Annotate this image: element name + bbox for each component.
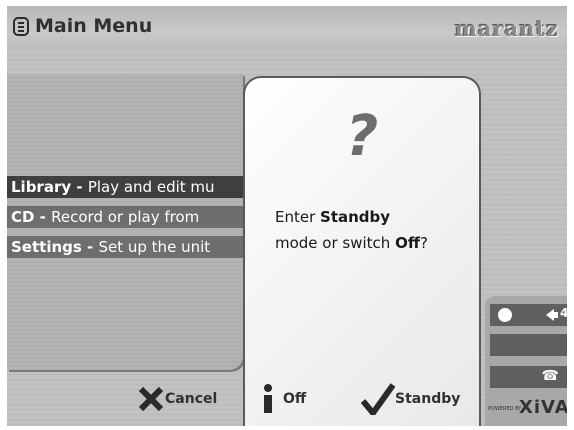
speaker-icon	[546, 309, 558, 321]
menu-icon[interactable]	[13, 17, 29, 36]
menu-item-label: CD -	[11, 208, 52, 226]
info-icon	[264, 384, 272, 413]
menu-item-label: Library -	[11, 178, 88, 196]
page-title: Main Menu	[35, 15, 153, 37]
menu-item-label: Settings -	[11, 238, 99, 256]
brand-logo: marantz	[454, 16, 559, 41]
standby-button[interactable]: Standby	[361, 382, 460, 416]
off-label: Off	[283, 391, 307, 407]
dialog-text-part: ?	[419, 234, 428, 252]
cancel-label: Cancel	[165, 391, 218, 407]
dialog-text-part: Enter	[275, 208, 321, 226]
dialog-text-part: mode or switch	[275, 234, 396, 252]
standby-label: Standby	[395, 391, 461, 407]
menu-item-library[interactable]: Library - Play and edit mu	[7, 176, 243, 198]
menu-item-cd[interactable]: CD - Record or play from	[7, 206, 243, 228]
menu-item-desc: Play and edit mu	[87, 178, 215, 196]
dialog-text-bold: Off	[395, 234, 420, 252]
device-screen: Main Menu marantz Library - Play and edi…	[7, 6, 567, 426]
menu-item-settings[interactable]: Settings - Set up the unit	[7, 236, 243, 258]
volume-box: 4	[490, 304, 567, 326]
confirm-dialog: ? Enter Standby mode or switch Off?	[243, 76, 481, 426]
menu-item-desc: Record or play from	[51, 208, 200, 226]
bottom-bar: Cancel Off Standby	[7, 378, 567, 426]
checkmark-icon	[361, 383, 395, 415]
close-icon	[138, 386, 164, 412]
main-menu-panel: Library - Play and edit mu CD - Record o…	[7, 74, 243, 370]
record-indicator-icon	[498, 308, 512, 322]
question-icon: ?	[345, 104, 379, 169]
dialog-message: Enter Standby mode or switch Off?	[275, 204, 475, 256]
cancel-button[interactable]: Cancel	[137, 382, 217, 416]
menu-item-desc: Set up the unit	[98, 238, 211, 256]
top-bar: Main Menu marantz	[7, 6, 567, 50]
volume-level: 4	[560, 306, 567, 320]
dialog-text-bold: Standby	[320, 208, 391, 226]
off-button[interactable]: Off	[261, 382, 306, 416]
status-slot	[490, 334, 567, 356]
